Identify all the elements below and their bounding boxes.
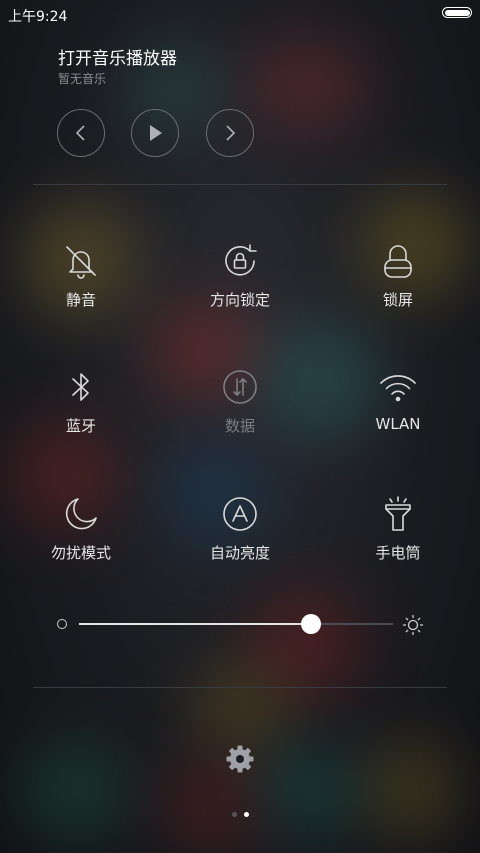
tile-label: WLAN bbox=[375, 415, 421, 433]
tile-flashlight[interactable]: 手电筒 bbox=[328, 494, 468, 563]
tile-rotation-lock[interactable]: 方向锁定 bbox=[170, 241, 310, 310]
brightness-slider[interactable] bbox=[79, 614, 393, 634]
divider bbox=[33, 687, 447, 688]
tile-do-not-disturb[interactable]: 勿扰模式 bbox=[11, 494, 151, 563]
auto-brightness-icon bbox=[223, 497, 257, 531]
next-button[interactable] bbox=[206, 109, 254, 157]
lock-icon bbox=[384, 245, 412, 278]
tile-label: 静音 bbox=[65, 291, 96, 309]
divider bbox=[33, 184, 447, 185]
tile-label: 手电筒 bbox=[375, 544, 421, 562]
page-dot-active bbox=[243, 812, 249, 817]
tile-auto-brightness[interactable]: 自动亮度 bbox=[170, 494, 310, 563]
tile-label: 蓝牙 bbox=[65, 417, 96, 435]
wifi-icon bbox=[380, 375, 416, 402]
tile-label: 锁屏 bbox=[382, 291, 413, 309]
rotation-lock-icon bbox=[225, 244, 257, 276]
play-button[interactable] bbox=[131, 109, 179, 157]
tile-label: 自动亮度 bbox=[209, 544, 270, 562]
previous-icon bbox=[75, 125, 85, 141]
tile-wlan[interactable]: WLAN bbox=[328, 367, 468, 433]
tile-label: 勿扰模式 bbox=[50, 544, 111, 562]
next-icon bbox=[226, 125, 236, 141]
flashlight-icon bbox=[385, 496, 411, 531]
gear-icon[interactable] bbox=[225, 744, 255, 774]
tile-mobile-data[interactable]: 数据 bbox=[170, 367, 310, 436]
page-indicator bbox=[0, 812, 480, 817]
previous-button[interactable] bbox=[57, 109, 105, 157]
bluetooth-icon bbox=[72, 373, 89, 401]
tile-mute[interactable]: 静音 bbox=[11, 241, 151, 310]
tile-label: 方向锁定 bbox=[209, 291, 270, 309]
status-time: 上午9:24 bbox=[8, 9, 68, 25]
music-subtitle: 暂无音乐 bbox=[58, 72, 107, 86]
moon-icon bbox=[65, 498, 97, 530]
bell-muted-icon bbox=[66, 246, 96, 279]
brightness-low-icon bbox=[57, 619, 67, 629]
brightness-slider-thumb[interactable] bbox=[301, 614, 322, 634]
page-dot bbox=[231, 812, 237, 817]
mobile-data-icon bbox=[223, 370, 257, 404]
brightness-slider-fill bbox=[79, 623, 312, 625]
music-player-title[interactable]: 打开音乐播放器 bbox=[58, 44, 177, 69]
tile-label: 数据 bbox=[224, 417, 255, 435]
tile-lock-screen[interactable]: 锁屏 bbox=[328, 241, 468, 310]
sun-icon bbox=[402, 614, 424, 636]
battery-icon bbox=[442, 7, 472, 18]
play-icon bbox=[150, 125, 162, 141]
tile-bluetooth[interactable]: 蓝牙 bbox=[11, 367, 151, 436]
